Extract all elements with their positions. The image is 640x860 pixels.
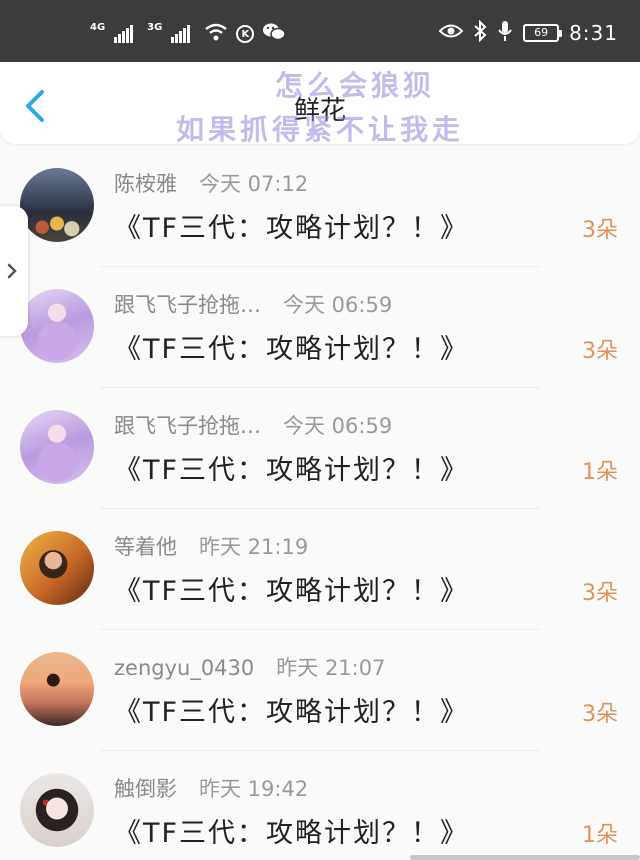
work-title[interactable]: 《TF三代：攻略计划？！》 bbox=[114, 690, 469, 729]
work-title[interactable]: 《TF三代：攻略计划？！》 bbox=[114, 206, 469, 245]
flower-count: 3朵 bbox=[582, 218, 618, 243]
avatar[interactable] bbox=[20, 410, 94, 484]
chevron-right-icon bbox=[7, 263, 17, 279]
status-right: 69 8:31 bbox=[438, 19, 618, 46]
flower-count: 3朵 bbox=[582, 581, 618, 606]
avatar[interactable] bbox=[20, 289, 94, 363]
user-name[interactable]: 跟飞飞子抢拖… bbox=[114, 289, 261, 319]
k-app-icon: K bbox=[236, 25, 255, 43]
list-item[interactable]: 陈桉雅 今天 07:12 《TF三代：攻略计划？！》 3朵 bbox=[0, 146, 640, 267]
item-meta: 陈桉雅 今天 07:12 bbox=[114, 168, 308, 198]
avatar[interactable] bbox=[20, 168, 94, 242]
timestamp: 昨天 21:19 bbox=[199, 535, 309, 559]
avatar[interactable] bbox=[20, 652, 94, 726]
wifi-icon bbox=[204, 23, 228, 45]
eye-icon bbox=[438, 23, 464, 43]
user-name[interactable]: 跟飞飞子抢拖… bbox=[114, 410, 261, 440]
network-type-2: 3G bbox=[147, 22, 163, 33]
list-item[interactable]: 跟飞飞子抢拖… 今天 06:59 《TF三代：攻略计划？！》 1朵 bbox=[0, 388, 640, 509]
timestamp: 今天 07:12 bbox=[199, 172, 309, 196]
timestamp: 今天 06:59 bbox=[283, 414, 393, 438]
status-time: 8:31 bbox=[569, 21, 618, 45]
flower-count: 1朵 bbox=[582, 823, 618, 848]
item-meta: 跟飞飞子抢拖… 今天 06:59 bbox=[114, 289, 392, 319]
home-indicator bbox=[410, 855, 640, 860]
timestamp: 今天 06:59 bbox=[283, 293, 393, 317]
work-title[interactable]: 《TF三代：攻略计划？！》 bbox=[114, 448, 469, 487]
timestamp: 昨天 21:07 bbox=[276, 656, 386, 680]
flower-count: 1朵 bbox=[582, 460, 618, 485]
work-title[interactable]: 《TF三代：攻略计划？！》 bbox=[114, 811, 469, 850]
battery-icon: 69 bbox=[523, 24, 563, 42]
work-title[interactable]: 《TF三代：攻略计划？！》 bbox=[114, 569, 469, 608]
signal-icon bbox=[114, 25, 134, 43]
item-meta: 触倒影 昨天 19:42 bbox=[114, 773, 308, 803]
avatar[interactable] bbox=[20, 531, 94, 605]
wechat-icon bbox=[262, 22, 287, 46]
watermark-line-1: 怎么会狼狈 bbox=[274, 69, 435, 102]
list-item[interactable]: 等着他 昨天 21:19 《TF三代：攻略计划？！》 3朵 bbox=[0, 509, 640, 630]
flower-count: 3朵 bbox=[582, 702, 618, 727]
list-item[interactable]: 跟飞飞子抢拖… 今天 06:59 《TF三代：攻略计划？！》 3朵 bbox=[0, 267, 640, 388]
user-name[interactable]: zengyu_0430 bbox=[114, 656, 254, 680]
watermark-line-2: 如果抓得紧不让我走 bbox=[175, 113, 464, 146]
user-name[interactable]: 等着他 bbox=[114, 531, 177, 561]
status-bar: 4G 3G K 69 8:31 bbox=[0, 0, 640, 62]
header: 鲜花 怎么会狼狈 如果抓得紧不让我走 bbox=[0, 62, 640, 146]
list-item[interactable]: 触倒影 昨天 19:42 《TF三代：攻略计划？！》 1朵 bbox=[0, 751, 640, 860]
flower-count: 3朵 bbox=[582, 339, 618, 364]
item-meta: 等着他 昨天 21:19 bbox=[114, 531, 308, 561]
avatar[interactable] bbox=[20, 773, 94, 847]
user-name[interactable]: 陈桉雅 bbox=[114, 168, 177, 198]
user-name[interactable]: 触倒影 bbox=[114, 773, 177, 803]
side-drawer-handle[interactable] bbox=[0, 206, 28, 336]
microphone-icon bbox=[497, 20, 513, 46]
item-meta: zengyu_0430 昨天 21:07 bbox=[114, 652, 385, 682]
item-meta: 跟飞飞子抢拖… 今天 06:59 bbox=[114, 410, 392, 440]
flower-gift-list: 陈桉雅 今天 07:12 《TF三代：攻略计划？！》 3朵 跟飞飞子抢拖… 今天 06:5… bbox=[0, 146, 640, 860]
work-title[interactable]: 《TF三代：攻略计划？！》 bbox=[114, 327, 469, 366]
network-type-1: 4G bbox=[90, 22, 106, 33]
timestamp: 昨天 19:42 bbox=[199, 777, 309, 801]
bluetooth-icon bbox=[473, 19, 487, 46]
signal-icon-2 bbox=[171, 25, 191, 43]
list-item[interactable]: zengyu_0430 昨天 21:07 《TF三代：攻略计划？！》 3朵 bbox=[0, 630, 640, 751]
status-left: 4G 3G K bbox=[90, 22, 287, 46]
